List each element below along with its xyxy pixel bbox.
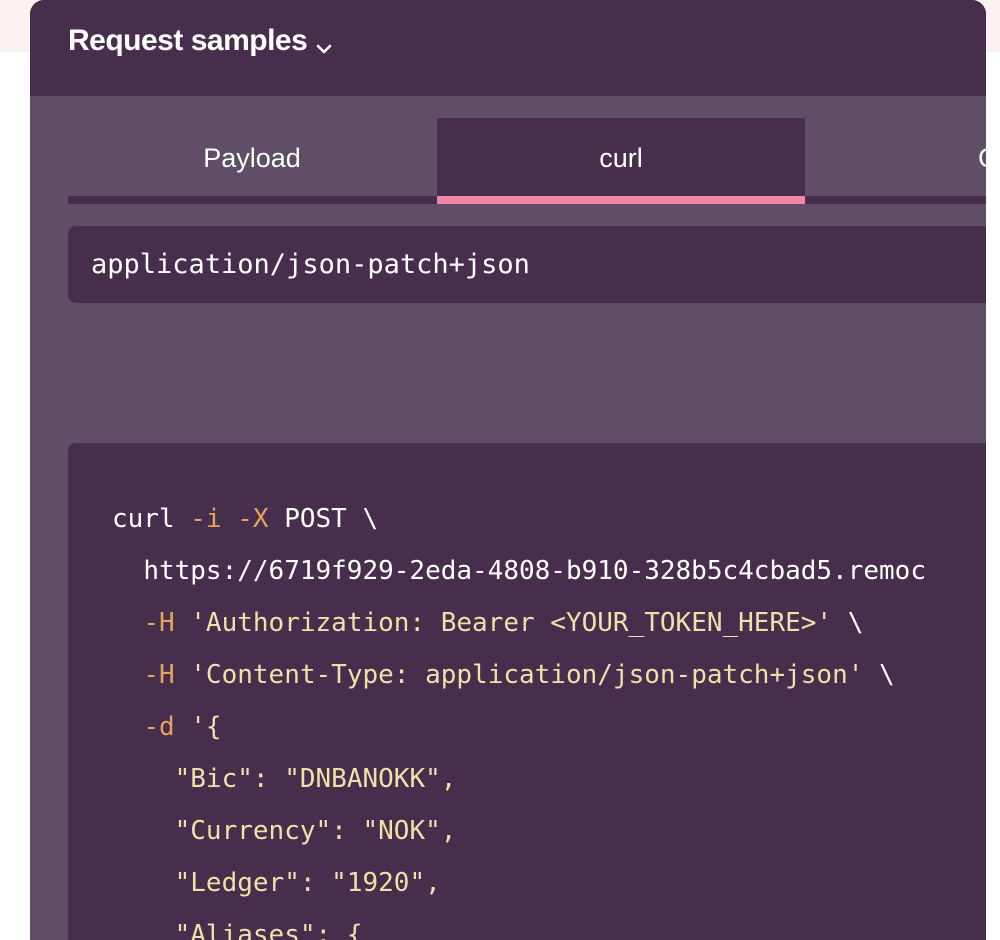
code-sample: curl -i -X POST \ https://6719f929-2eda-… — [112, 493, 926, 940]
active-tab-indicator — [437, 196, 805, 204]
code-line: -H 'Authorization: Bearer <YOUR_TOKEN_HE… — [143, 608, 864, 638]
panel-header[interactable]: Request samples — [30, 0, 986, 96]
code-line: "Ledger": "1920", — [174, 868, 441, 898]
request-samples-panel: Request samples Payload curl C applicati… — [30, 0, 986, 940]
request-samples-toggle[interactable]: Request samples — [68, 24, 333, 58]
panel-title: Request samples — [68, 24, 308, 57]
code-sample-block: curl -i -X POST \ https://6719f929-2eda-… — [68, 443, 986, 940]
tab-partial[interactable]: C — [806, 118, 986, 196]
code-line: curl -i -X POST \ — [112, 504, 379, 534]
code-line: "Bic": "DNBANOKK", — [174, 764, 457, 794]
code-line: "Currency": "NOK", — [174, 816, 457, 846]
chevron-down-icon — [315, 32, 333, 54]
content-type-select[interactable]: application/json-patch+json — [68, 226, 986, 303]
sample-tabs: Payload curl C — [68, 118, 986, 204]
code-line: -H 'Content-Type: application/json-patch… — [143, 660, 895, 690]
tab-curl[interactable]: curl — [437, 118, 805, 196]
tab-payload[interactable]: Payload — [68, 118, 436, 196]
code-line: -d '{ — [143, 712, 222, 742]
code-line: https://6719f929-2eda-4808-b910-328b5c4c… — [143, 556, 926, 586]
code-line: "Aliases": { — [174, 920, 363, 940]
